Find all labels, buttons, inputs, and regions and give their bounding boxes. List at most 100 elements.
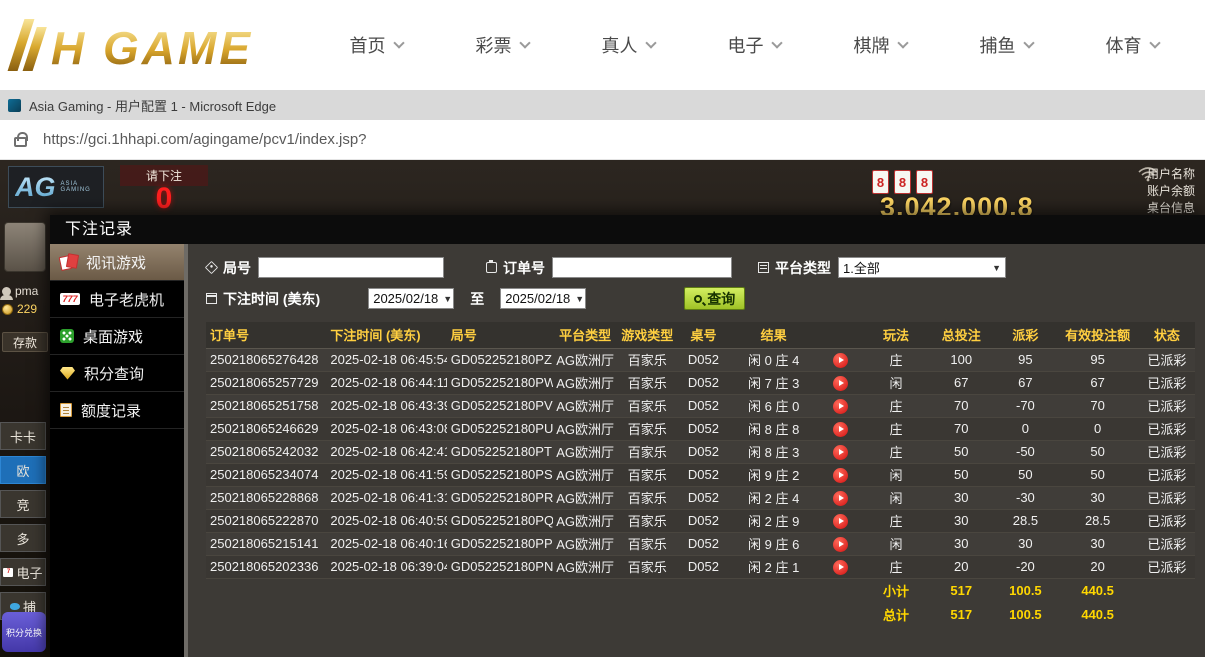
nav-item-label: 体育 bbox=[1106, 32, 1142, 58]
subtotal-valid: 440.5 bbox=[1057, 578, 1139, 602]
sidebar-item-table-games[interactable]: 桌面游戏 bbox=[50, 318, 184, 355]
person-icon bbox=[2, 287, 11, 296]
points-exchange-badge[interactable]: 积分兑换 bbox=[2, 612, 46, 652]
nav-item-label: 棋牌 bbox=[854, 32, 890, 58]
logo-text: H GAME bbox=[51, 25, 253, 71]
tag-icon bbox=[205, 261, 218, 274]
ag-logo-text: AG bbox=[15, 172, 56, 203]
sidebar-item-slot-machines[interactable]: 电子老虎机 bbox=[50, 281, 184, 318]
side-tab-cards[interactable]: 卡卡 bbox=[0, 422, 46, 450]
date-to-select[interactable]: 2025/02/18 ▼ bbox=[500, 288, 586, 309]
replay-button[interactable] bbox=[833, 399, 848, 414]
nav-item-home[interactable]: 首页 bbox=[350, 32, 403, 58]
window-title-bar: Asia Gaming - 用户配置 1 - Microsoft Edge bbox=[0, 90, 1205, 120]
subtotal-bet: 517 bbox=[928, 578, 994, 602]
sidebar-item-quota-records[interactable]: 额度记录 bbox=[50, 392, 184, 429]
cell-payout: -50 bbox=[994, 440, 1056, 463]
replay-button[interactable] bbox=[833, 353, 848, 368]
replay-button[interactable] bbox=[833, 560, 848, 575]
search-button[interactable]: 查询 bbox=[684, 287, 745, 310]
cell-time: 2025-02-18 06:45:54 bbox=[326, 348, 446, 371]
replay-button[interactable] bbox=[833, 376, 848, 391]
nav-item-label: 捕鱼 bbox=[980, 32, 1016, 58]
cell-total-bet: 67 bbox=[928, 371, 994, 394]
col-status: 状态 bbox=[1139, 322, 1195, 348]
replay-button[interactable] bbox=[833, 422, 848, 437]
col-order: 订单号 bbox=[206, 322, 326, 348]
nav-item-sports[interactable]: 体育 bbox=[1106, 32, 1159, 58]
url-text[interactable]: https://gci.1hhapi.com/agingame/pcv1/ind… bbox=[43, 131, 367, 148]
cell-valid-bet: 20 bbox=[1057, 555, 1139, 578]
betting-records-modal: 下注记录 视讯游戏 电子老虎机 桌面游戏 积分查询 bbox=[50, 215, 1205, 657]
cell-play: 闲 bbox=[864, 532, 928, 555]
side-tab-slots[interactable]: 7电子 bbox=[0, 558, 46, 586]
cell-game: 百家乐 bbox=[617, 440, 677, 463]
col-game: 游戏类型 bbox=[617, 322, 677, 348]
nav-item-chess[interactable]: 棋牌 bbox=[854, 32, 907, 58]
nav-item-slots[interactable]: 电子 bbox=[728, 32, 781, 58]
cell-play: 庄 bbox=[864, 509, 928, 532]
nav-item-fishing[interactable]: 捕鱼 bbox=[980, 32, 1033, 58]
cell-total-bet: 70 bbox=[928, 417, 994, 440]
cell-order: 250218065215141 bbox=[206, 532, 326, 555]
replay-button[interactable] bbox=[833, 491, 848, 506]
coin-icon bbox=[2, 304, 13, 315]
nav-item-label: 真人 bbox=[602, 32, 638, 58]
col-payout: 派彩 bbox=[994, 322, 1056, 348]
cell-result: 闲 8 庄 8 bbox=[730, 417, 818, 440]
date-from-value: 2025/02/18 bbox=[373, 291, 438, 306]
cell-play: 闲 bbox=[864, 371, 928, 394]
cell-time: 2025-02-18 06:41:59 bbox=[326, 463, 446, 486]
side-tab-label: 多 bbox=[16, 529, 29, 548]
sidebar-item-points-query[interactable]: 积分查询 bbox=[50, 355, 184, 392]
cell-payout: 30 bbox=[994, 532, 1056, 555]
cell-valid-bet: 67 bbox=[1057, 371, 1139, 394]
nav-item-lottery[interactable]: 彩票 bbox=[476, 32, 529, 58]
sidebar-item-live-games[interactable]: 视讯游戏 bbox=[50, 244, 184, 281]
table-footer: 小计 517 100.5 440.5 总计 517 100.5 440.5 bbox=[206, 578, 1195, 626]
platform-select-value: 1.全部 bbox=[843, 258, 880, 277]
replay-button[interactable] bbox=[833, 514, 848, 529]
cell-total-bet: 30 bbox=[928, 532, 994, 555]
cell-status: 已派彩 bbox=[1139, 440, 1195, 463]
avatar[interactable] bbox=[4, 222, 46, 272]
gem-icon bbox=[60, 367, 75, 380]
cell-time: 2025-02-18 06:44:11 bbox=[326, 371, 446, 394]
subtotal-row: 小计 517 100.5 440.5 bbox=[206, 578, 1195, 602]
platform-select[interactable]: 1.全部 ▼ bbox=[838, 257, 1006, 278]
side-tab-label: 欧 bbox=[16, 461, 29, 480]
order-input[interactable] bbox=[552, 257, 732, 278]
replay-button[interactable] bbox=[833, 445, 848, 460]
side-tab-europe[interactable]: 欧 bbox=[0, 456, 46, 484]
site-logo[interactable]: H GAME bbox=[16, 19, 253, 71]
side-tab-multi[interactable]: 多 bbox=[0, 524, 46, 552]
col-platform: 平台类型 bbox=[553, 322, 617, 348]
cell-result: 闲 9 庄 2 bbox=[730, 463, 818, 486]
cell-valid-bet: 50 bbox=[1057, 463, 1139, 486]
cell-order: 250218065257729 bbox=[206, 371, 326, 394]
replay-button[interactable] bbox=[833, 468, 848, 483]
side-tab-label: 电子 bbox=[16, 563, 42, 582]
coins-value: 229 bbox=[17, 302, 37, 316]
cell-replay bbox=[818, 532, 864, 555]
deposit-button[interactable]: 存款 bbox=[2, 332, 48, 352]
cell-payout: -70 bbox=[994, 394, 1056, 417]
cell-platform: AG欧洲厅 bbox=[553, 509, 617, 532]
table-row: 2502180652340742025-02-18 06:41:59GD0522… bbox=[206, 463, 1195, 486]
cell-table: D052 bbox=[677, 509, 729, 532]
round-input[interactable] bbox=[258, 257, 444, 278]
cell-table: D052 bbox=[677, 486, 729, 509]
table-row: 2502180652420322025-02-18 06:42:41GD0522… bbox=[206, 440, 1195, 463]
table-row: 2502180652517582025-02-18 06:43:39GD0522… bbox=[206, 394, 1195, 417]
date-from-select[interactable]: 2025/02/18 ▼ bbox=[368, 288, 454, 309]
table-row: 2502180652764282025-02-18 06:45:54GD0522… bbox=[206, 348, 1195, 371]
nav-item-live[interactable]: 真人 bbox=[602, 32, 655, 58]
cell-payout: 28.5 bbox=[994, 509, 1056, 532]
side-tab-compete[interactable]: 竞 bbox=[0, 490, 46, 518]
table-row: 2502180652023362025-02-18 06:39:04GD0522… bbox=[206, 555, 1195, 578]
table-header: 订单号 下注时间 (美东) 局号 平台类型 游戏类型 桌号 结果 玩法 总投注 … bbox=[206, 322, 1195, 348]
replay-button[interactable] bbox=[833, 537, 848, 552]
list-icon bbox=[758, 262, 769, 273]
cell-status: 已派彩 bbox=[1139, 555, 1195, 578]
subtotal-payout: 100.5 bbox=[994, 578, 1056, 602]
